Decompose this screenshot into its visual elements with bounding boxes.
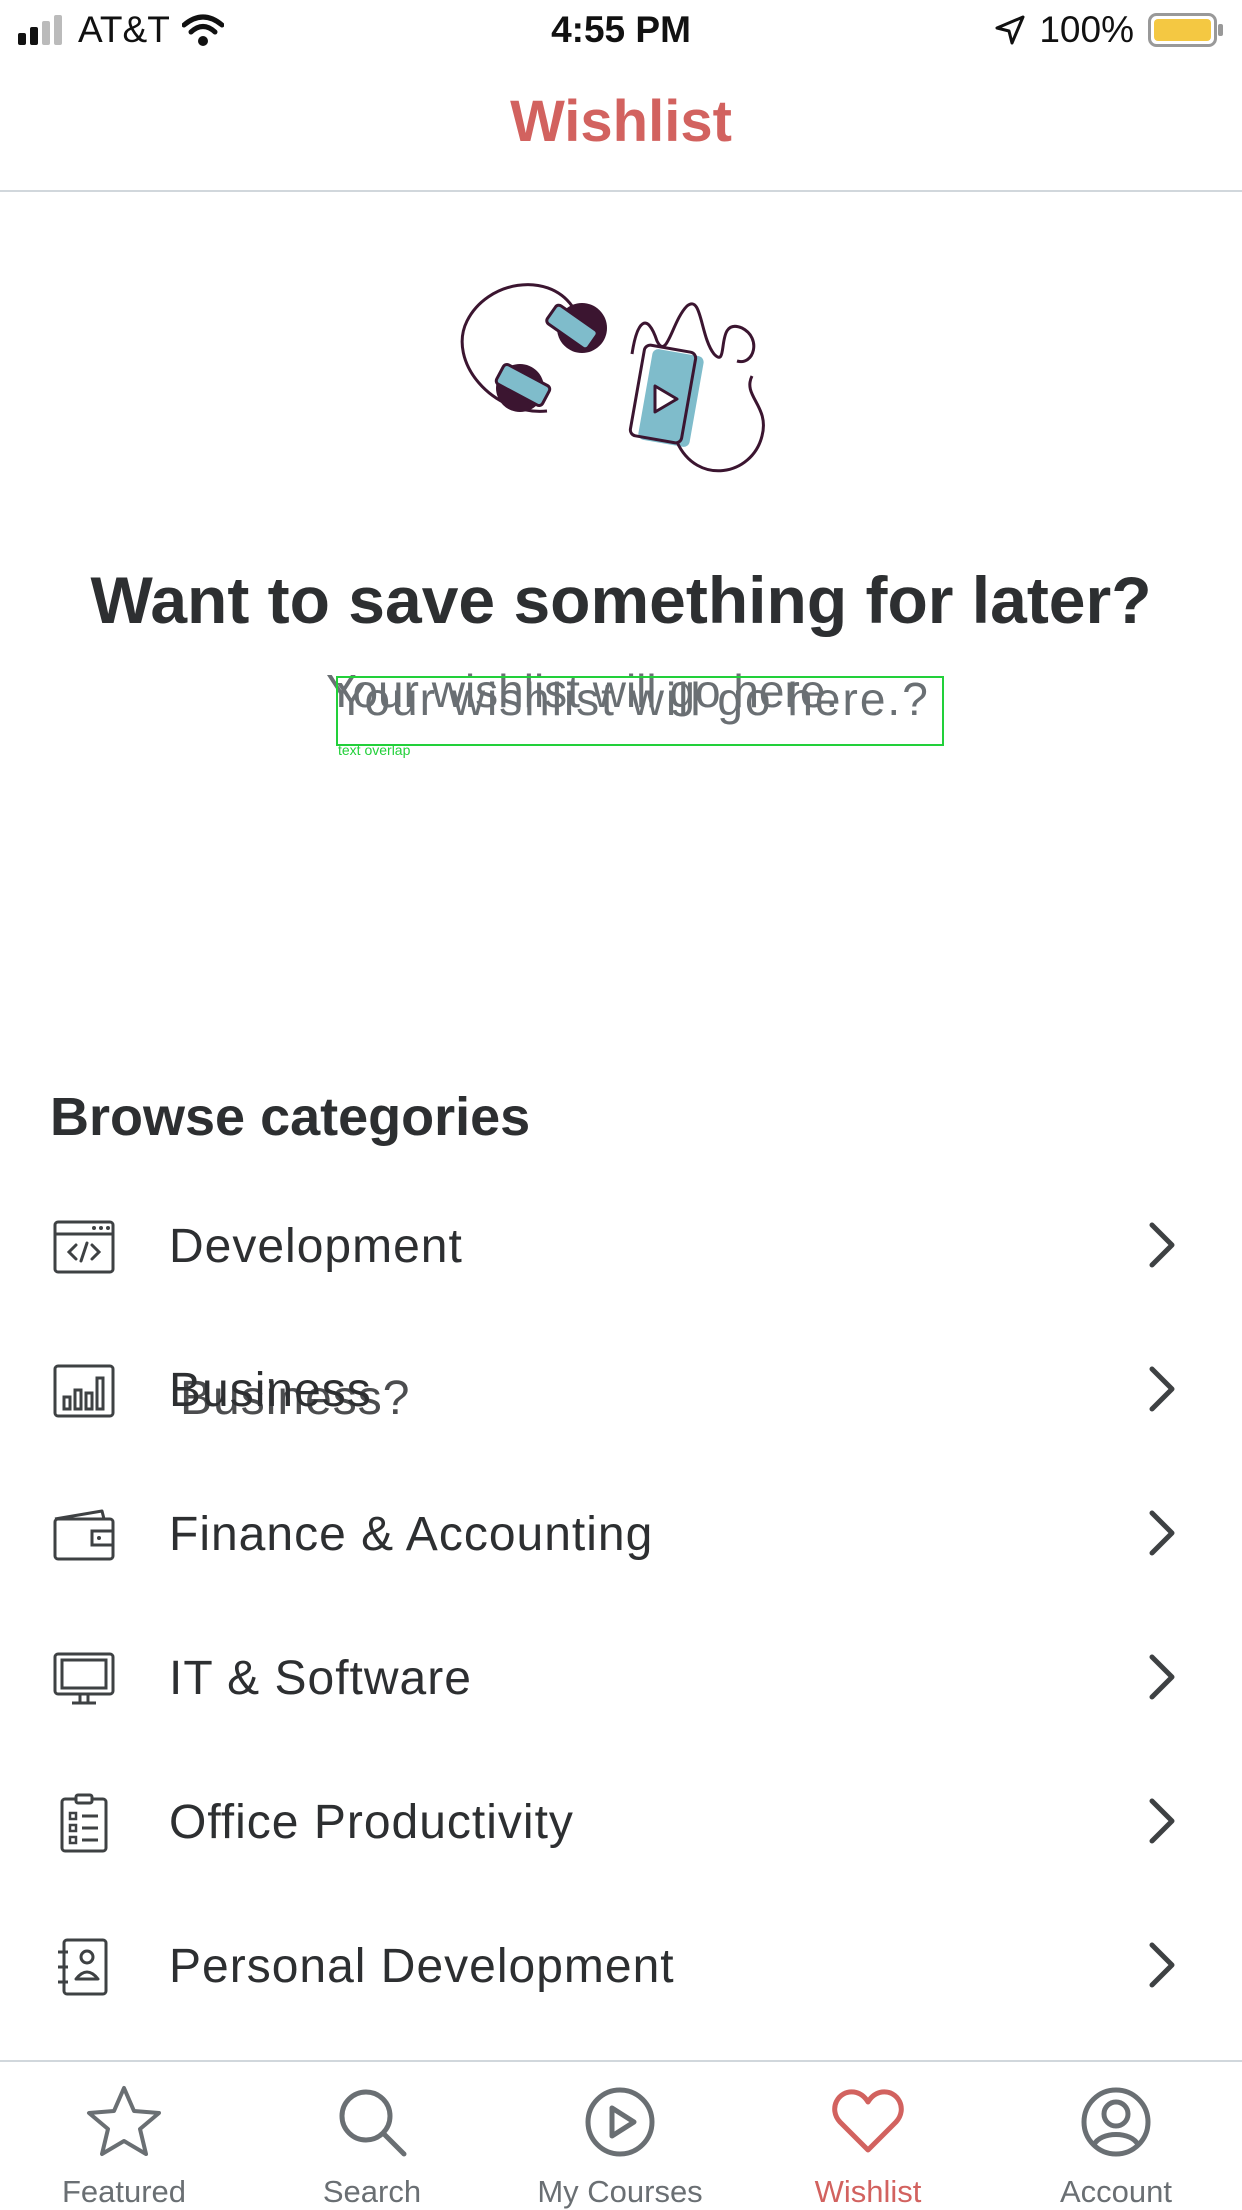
category-label-business-ghost: Business? [180,1372,411,1425]
tab-label-account: Account [1059,2174,1172,2209]
category-row-business[interactable]: Business Business? [0,1319,1242,1463]
tab-account[interactable]: Account [992,2062,1242,2210]
star-icon [87,2086,161,2156]
tab-label-my-courses: My Courses [537,2174,703,2209]
chevron-right-icon [1149,1366,1175,1412]
headphones-phone-illustration [460,283,765,473]
overlap-highlight-box [336,676,944,746]
chevron-right-icon [1149,1654,1175,1700]
chevron-right-icon [1149,1798,1175,1844]
bar-chart-icon [53,1364,115,1418]
chevron-right-icon [1149,1222,1175,1268]
tab-label-wishlist: Wishlist [814,2174,922,2209]
category-label-it-software: IT & Software [169,1652,472,1705]
tab-search[interactable]: Search [248,2062,496,2210]
account-icon [1081,2087,1151,2157]
page-title: Wishlist [510,89,732,154]
overlap-note: text overlap [338,742,411,758]
status-bar: AT&T 4:55 PM 100% [0,0,1242,62]
category-label-development: Development [169,1220,463,1273]
category-label-office-productivity: Office Productivity [169,1796,574,1849]
play-circle-icon [585,2087,655,2157]
tab-wishlist[interactable]: Wishlist [744,2062,992,2210]
battery-percent: 100% [1039,9,1134,50]
category-label-finance: Finance & Accounting [169,1508,654,1561]
empty-state-title: Want to save something for later? [90,563,1152,637]
status-right: 100% [995,8,1224,52]
tab-featured[interactable]: Featured [0,2062,248,2210]
category-row-development[interactable]: Development [0,1175,1242,1319]
location-arrow-icon [995,15,1025,45]
notebook-icon [58,1938,108,1996]
code-window-icon [53,1220,115,1274]
nav-bar: Wishlist [0,62,1242,192]
tab-my-courses[interactable]: My Courses [496,2062,744,2210]
category-row-personal-development[interactable]: Personal Development [0,1895,1242,2039]
battery-icon [1148,13,1223,47]
clipboard-list-icon [60,1793,108,1853]
browse-categories-title: Browse categories [50,1087,531,1147]
tab-label-search: Search [322,2174,422,2209]
monitor-icon [53,1652,115,1705]
tab-label-featured: Featured [61,2174,187,2209]
search-icon [339,2089,407,2157]
category-row-finance[interactable]: Finance & Accounting [0,1463,1242,1607]
category-row-office-productivity[interactable]: Office Productivity [0,1751,1242,1895]
category-label-personal-development: Personal Development [169,1940,675,1993]
heart-icon [832,2089,904,2153]
chevron-right-icon [1149,1942,1175,1988]
wallet-icon [53,1509,115,1561]
chevron-right-icon [1149,1510,1175,1556]
tab-bar: Featured Search My Courses Wishlist Acco… [0,2060,1242,2210]
category-row-it-software[interactable]: IT & Software [0,1607,1242,1751]
